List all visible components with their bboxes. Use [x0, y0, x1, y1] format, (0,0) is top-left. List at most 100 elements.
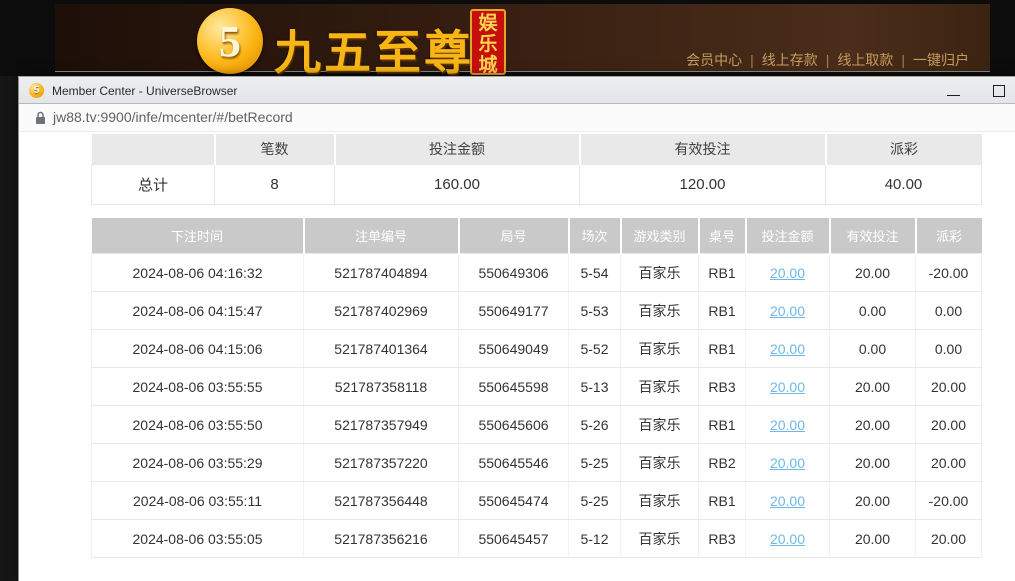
site-logo-title: 九五至尊 [274, 14, 474, 83]
game-type-cell: 百家乐 [621, 520, 699, 558]
bet-table-row: 2024-08-06 03:55:05521787356216550645457… [92, 520, 982, 558]
bet-amount-cell: 20.00 [746, 368, 830, 406]
session-cell: 5-25 [569, 482, 621, 520]
nav-link-3[interactable]: 一键归户 [913, 52, 969, 68]
bet-amount-link[interactable]: 20.00 [770, 265, 805, 281]
maximize-button[interactable] [993, 85, 1005, 97]
payout-cell: 0.00 [916, 330, 982, 368]
bet-amount-link[interactable]: 20.00 [770, 341, 805, 357]
bet-id-cell: 521787356448 [304, 482, 459, 520]
table-no-cell: RB1 [699, 330, 746, 368]
bet-table-row: 2024-08-06 03:55:55521787358118550645598… [92, 368, 982, 406]
table-no-cell: RB1 [699, 292, 746, 330]
bet-table-row: 2024-08-06 04:15:06521787401364550649049… [92, 330, 982, 368]
bet-time-cell: 2024-08-06 03:55:29 [92, 444, 304, 482]
nav-link-2[interactable]: 线上取款 [837, 52, 893, 68]
bet-header-row: 下注时间注单编号局号场次游戏类别桌号投注金额有效投注派彩 [92, 218, 982, 254]
valid-bet-cell: 20.00 [830, 482, 916, 520]
nav-link-0[interactable]: 会员中心 [686, 52, 742, 68]
game-type-cell: 百家乐 [621, 368, 699, 406]
bet-amount-link[interactable]: 20.00 [770, 455, 805, 471]
game-type-cell: 百家乐 [621, 292, 699, 330]
payout-cell: 20.00 [916, 406, 982, 444]
site-nav: 会员中心|线上存款|线上取款|一键归户 [682, 50, 973, 70]
payout-cell: -20.00 [916, 254, 982, 292]
valid-bet-cell: 20.00 [830, 254, 916, 292]
bet-amount-cell: 20.00 [746, 254, 830, 292]
game-type-cell: 百家乐 [621, 482, 699, 520]
session-cell: 5-26 [569, 406, 621, 444]
summary-header-cell: 投注金额 [335, 134, 580, 164]
bet-header-cell: 局号 [459, 218, 569, 254]
nav-separator: | [901, 52, 905, 68]
page-content: 笔数投注金额有效投注派彩 总计 8 160.00 120.00 40.00 [19, 132, 1015, 581]
total-count-cell: 8 [215, 164, 335, 204]
total-valid-bet-cell: 120.00 [580, 164, 826, 204]
badge-char: 乐 [478, 34, 497, 55]
round-no-cell: 550645606 [459, 406, 569, 444]
bet-amount-link[interactable]: 20.00 [770, 493, 805, 509]
bet-table-row: 2024-08-06 04:16:32521787404894550649306… [92, 254, 982, 292]
bet-amount-link[interactable]: 20.00 [770, 531, 805, 547]
bet-amount-cell: 20.00 [746, 520, 830, 558]
window-title: Member Center - UniverseBrowser [52, 84, 237, 98]
summary-header-row: 笔数投注金额有效投注派彩 [92, 134, 982, 164]
bet-header-cell: 游戏类别 [621, 218, 699, 254]
table-no-cell: RB1 [699, 482, 746, 520]
bet-table-body: 2024-08-06 04:16:32521787404894550649306… [92, 254, 982, 558]
valid-bet-cell: 20.00 [830, 444, 916, 482]
game-type-cell: 百家乐 [621, 406, 699, 444]
favicon-glyph: 5 [34, 85, 40, 96]
bet-time-cell: 2024-08-06 04:16:32 [92, 254, 304, 292]
valid-bet-cell: 20.00 [830, 520, 916, 558]
bet-id-cell: 521787401364 [304, 330, 459, 368]
bet-id-cell: 521787402969 [304, 292, 459, 330]
bet-time-cell: 2024-08-06 03:55:55 [92, 368, 304, 406]
session-cell: 5-12 [569, 520, 621, 558]
badge-char: 娱 [478, 13, 497, 34]
bet-header-cell: 场次 [569, 218, 621, 254]
round-no-cell: 550649306 [459, 254, 569, 292]
summary-header-cell: 有效投注 [580, 134, 826, 164]
nav-link-1[interactable]: 线上存款 [762, 52, 818, 68]
bet-amount-link[interactable]: 20.00 [770, 379, 805, 395]
round-no-cell: 550645474 [459, 482, 569, 520]
valid-bet-cell: 20.00 [830, 406, 916, 444]
total-bet-amount-cell: 160.00 [335, 164, 580, 204]
bet-time-cell: 2024-08-06 03:55:11 [92, 482, 304, 520]
site-header: 5 九五至尊 娱 乐 城 会员中心|线上存款|线上取款|一键归户 [0, 0, 1015, 76]
bet-time-cell: 2024-08-06 03:55:05 [92, 520, 304, 558]
table-no-cell: RB2 [699, 444, 746, 482]
total-label-cell: 总计 [92, 164, 215, 204]
url-text[interactable]: jw88.tv:9900/infe/mcenter/#/betRecord [53, 109, 293, 125]
valid-bet-cell: 0.00 [830, 292, 916, 330]
bet-amount-cell: 20.00 [746, 292, 830, 330]
round-no-cell: 550645598 [459, 368, 569, 406]
bet-table-row: 2024-08-06 03:55:29521787357220550645546… [92, 444, 982, 482]
table-no-cell: RB3 [699, 368, 746, 406]
summary-header-cell: 派彩 [826, 134, 982, 164]
round-no-cell: 550645546 [459, 444, 569, 482]
address-bar[interactable]: jw88.tv:9900/infe/mcenter/#/betRecord [19, 104, 1015, 132]
bet-amount-cell: 20.00 [746, 444, 830, 482]
bet-header-cell: 派彩 [916, 218, 982, 254]
screen: 5 九五至尊 娱 乐 城 会员中心|线上存款|线上取款|一键归户 5 Membe… [0, 0, 1015, 581]
payout-cell: 20.00 [916, 444, 982, 482]
bet-amount-link[interactable]: 20.00 [770, 303, 805, 319]
round-no-cell: 550645457 [459, 520, 569, 558]
bet-table-row: 2024-08-06 04:15:47521787402969550649177… [92, 292, 982, 330]
session-cell: 5-25 [569, 444, 621, 482]
summary-table: 笔数投注金额有效投注派彩 总计 8 160.00 120.00 40.00 [91, 134, 982, 205]
bet-amount-link[interactable]: 20.00 [770, 417, 805, 433]
session-cell: 5-13 [569, 368, 621, 406]
payout-cell: 20.00 [916, 520, 982, 558]
round-no-cell: 550649177 [459, 292, 569, 330]
payout-cell: 20.00 [916, 368, 982, 406]
bet-id-cell: 521787404894 [304, 254, 459, 292]
bet-amount-cell: 20.00 [746, 406, 830, 444]
bet-time-cell: 2024-08-06 04:15:06 [92, 330, 304, 368]
summary-header-cell: 笔数 [215, 134, 335, 164]
session-cell: 5-52 [569, 330, 621, 368]
minimize-button[interactable] [947, 95, 960, 96]
site-logo-icon[interactable]: 5 [197, 8, 263, 74]
